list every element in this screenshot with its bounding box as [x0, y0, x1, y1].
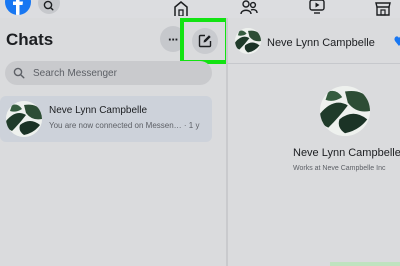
chat-list-item[interactable]: Neve Lynn Campbelle You are now connecte… — [0, 96, 212, 142]
profile-avatar — [320, 86, 370, 136]
heart-icon[interactable] — [394, 35, 400, 47]
avatar — [6, 101, 42, 137]
search-icon — [43, 0, 54, 11]
profile-work-info: Works at Neve Campbelle Inc — [293, 165, 386, 172]
marketplace-icon[interactable] — [374, 0, 392, 16]
chats-panel: Chats ··· Neve Lynn Campbel — [0, 18, 229, 266]
composer-edge — [330, 262, 400, 266]
facebook-logo-icon[interactable] — [5, 0, 31, 15]
top-search-button[interactable] — [38, 0, 60, 14]
search-messenger-field[interactable] — [5, 61, 212, 85]
search-input[interactable] — [33, 64, 203, 82]
conversation-panel: Neve Lynn Campbelle Neve Lynn Campbelle … — [228, 18, 400, 266]
profile-name: Neve Lynn Campbelle — [293, 147, 400, 159]
avatar[interactable] — [235, 28, 261, 54]
more-icon: ··· — [168, 31, 179, 47]
chat-message-preview: You are now connected on Messen… · 1 y — [49, 121, 200, 130]
conversation-contact-name[interactable]: Neve Lynn Campbelle — [267, 37, 375, 49]
compose-highlight-box — [180, 18, 229, 64]
people-icon[interactable] — [240, 0, 258, 16]
home-icon[interactable] — [172, 0, 190, 16]
compose-icon — [198, 34, 212, 48]
watch-icon[interactable] — [308, 0, 326, 16]
chat-contact-name: Neve Lynn Campbelle — [49, 105, 148, 116]
chats-title: Chats — [6, 30, 54, 49]
header-divider — [228, 63, 400, 64]
top-navigation-bar — [0, 0, 400, 18]
new-message-button[interactable] — [192, 28, 218, 54]
search-icon — [13, 67, 25, 79]
